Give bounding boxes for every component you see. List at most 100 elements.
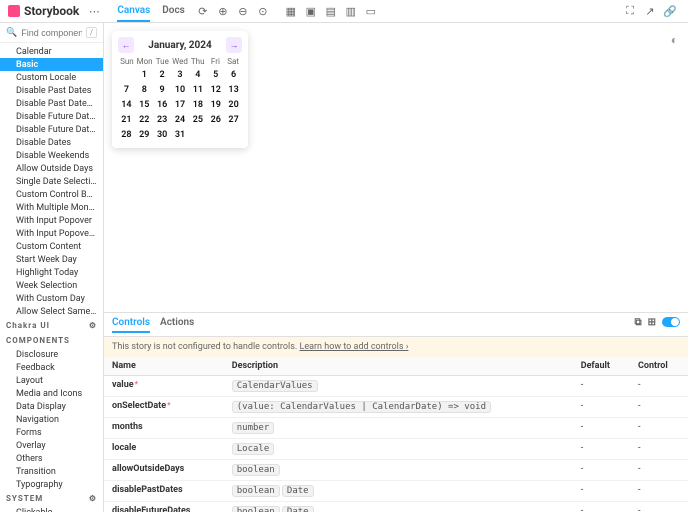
table-row: allowOutsideDaysboolean-- — [104, 460, 688, 481]
search-bar: 🔍 / — [0, 23, 103, 43]
ruler-icon[interactable]: ▥ — [345, 5, 357, 17]
tree-item[interactable]: Highlight Today — [0, 266, 103, 279]
tree-folder[interactable]: Data Display — [0, 400, 103, 413]
sync-icon[interactable]: ⟳ — [197, 5, 209, 17]
calendar-day[interactable]: 6 — [225, 68, 242, 82]
calendar-day[interactable]: 14 — [118, 98, 135, 112]
calendar-day[interactable]: 23 — [154, 113, 171, 127]
toggle-switch[interactable] — [662, 317, 680, 327]
tree-item[interactable]: With Input Popover Start End Dates — [0, 227, 103, 240]
calendar-day[interactable]: 9 — [154, 83, 171, 97]
tree-folder[interactable]: Typography — [0, 478, 103, 491]
tree-item[interactable]: Disable Dates — [0, 136, 103, 149]
calendar-day[interactable]: 18 — [189, 98, 206, 112]
calendar-day[interactable]: 19 — [207, 98, 224, 112]
calendar-day[interactable]: 17 — [172, 98, 189, 112]
tree-item[interactable]: With Input Popover — [0, 214, 103, 227]
tree-item[interactable]: Custom Control Buttons — [0, 188, 103, 201]
tree-item[interactable]: Basic — [0, 58, 103, 71]
link-icon[interactable]: 🔗 — [664, 5, 676, 17]
default-cell: - — [573, 460, 630, 481]
storybook-icon — [8, 5, 20, 17]
tree-folder[interactable]: Transition — [0, 465, 103, 478]
tree-folder[interactable]: Others — [0, 452, 103, 465]
calendar-day[interactable]: 20 — [225, 98, 242, 112]
prop-name: onSelectDate — [112, 401, 166, 411]
tab-actions[interactable]: Actions — [160, 317, 194, 332]
calendar-day[interactable]: 11 — [189, 83, 206, 97]
tree-item[interactable]: Disable Past Dates — [0, 84, 103, 97]
measure-icon[interactable]: ▤ — [325, 5, 337, 17]
tree-item[interactable]: With Multiple Months — [0, 201, 103, 214]
expand-icon[interactable]: ⊞ — [648, 317, 656, 332]
tree-folder[interactable]: Disclosure — [0, 348, 103, 361]
calendar-day[interactable]: 24 — [172, 113, 189, 127]
calendar-day[interactable]: 27 — [225, 113, 242, 127]
zoom-reset-icon[interactable]: ⊙ — [257, 5, 269, 17]
menu-dots-icon[interactable]: ⋯ — [87, 4, 101, 18]
prev-month-button[interactable]: ← — [118, 37, 134, 53]
tree-item[interactable]: Disable Weekends — [0, 149, 103, 162]
calendar-day[interactable]: 1 — [136, 68, 153, 82]
calendar-day[interactable]: 22 — [136, 113, 153, 127]
calendar-day[interactable]: 3 — [172, 68, 189, 82]
zoom-in-icon[interactable]: ⊕ — [217, 5, 229, 17]
weekday: Wed — [171, 57, 189, 66]
calendar-day[interactable]: 16 — [154, 98, 171, 112]
tree-folder[interactable]: Overlay — [0, 439, 103, 452]
tree-item[interactable]: With Custom Day — [0, 292, 103, 305]
calendar-day[interactable]: 25 — [189, 113, 206, 127]
calendar-day[interactable]: 7 — [118, 83, 135, 97]
calendar-day[interactable]: 2 — [154, 68, 171, 82]
calendar-day[interactable]: 10 — [172, 83, 189, 97]
calendar-day[interactable]: 21 — [118, 113, 135, 127]
calendar-day[interactable]: 31 — [172, 128, 189, 142]
grid-icon[interactable]: ▦ — [285, 5, 297, 17]
tree-item[interactable]: Calendar — [0, 45, 103, 58]
tree-folder[interactable]: Navigation — [0, 413, 103, 426]
tree-item[interactable]: Allow Select Same Day — [0, 305, 103, 318]
warning-link[interactable]: Learn how to add controls › — [299, 342, 408, 352]
controls-table: NameDescriptionDefaultControl value*Cale… — [104, 357, 688, 512]
viewport-icon[interactable]: ▭ — [365, 5, 377, 17]
tree-folder[interactable]: Layout — [0, 374, 103, 387]
tree-folder[interactable]: Clickable — [0, 506, 103, 512]
tree-item[interactable]: Custom Content — [0, 240, 103, 253]
tree-folder[interactable]: Feedback — [0, 361, 103, 374]
tab-canvas[interactable]: Canvas — [117, 1, 150, 22]
tree-folder[interactable]: Forms — [0, 426, 103, 439]
tab-controls[interactable]: Controls — [112, 317, 150, 333]
outline-icon[interactable]: ▣ — [305, 5, 317, 17]
next-month-button[interactable]: → — [226, 37, 242, 53]
section-chakra[interactable]: Chakra UI⚙ — [0, 318, 103, 333]
search-input[interactable] — [21, 28, 81, 38]
calendar-day[interactable]: 5 — [207, 68, 224, 82]
tree-item[interactable]: Allow Outside Days — [0, 162, 103, 175]
tree-folder[interactable]: Media and Icons — [0, 387, 103, 400]
calendar-day[interactable]: 15 — [136, 98, 153, 112]
calendar-day[interactable]: 29 — [136, 128, 153, 142]
fullscreen-icon[interactable]: ⛶ — [624, 5, 636, 17]
table-header: Description — [224, 357, 573, 376]
tree-item[interactable]: Single Date Selection — [0, 175, 103, 188]
tree-item[interactable]: Custom Locale — [0, 71, 103, 84]
calendar-day[interactable]: 30 — [154, 128, 171, 142]
calendar-day[interactable]: 26 — [207, 113, 224, 127]
calendar-day[interactable]: 28 — [118, 128, 135, 142]
tree-item[interactable]: Start Week Day — [0, 253, 103, 266]
tree-item[interactable]: Disable Future Dates From — [0, 123, 103, 136]
calendar-day[interactable]: 12 — [207, 83, 224, 97]
tree-item[interactable]: Disable Past Dates From — [0, 97, 103, 110]
tree-item[interactable]: Disable Future Dates — [0, 110, 103, 123]
type-pill: CalendarValues — [232, 380, 318, 392]
tab-docs[interactable]: Docs — [162, 1, 185, 22]
calendar-day[interactable]: 4 — [189, 68, 206, 82]
tree-item[interactable]: Week Selection — [0, 279, 103, 292]
open-new-icon[interactable]: ↗ — [644, 5, 656, 17]
moon-icon[interactable]: ◐ — [671, 33, 678, 47]
calendar-day[interactable]: 8 — [136, 83, 153, 97]
weekday: Mon — [136, 57, 154, 66]
copy-icon[interactable]: ⧉ — [634, 317, 641, 332]
calendar-day[interactable]: 13 — [225, 83, 242, 97]
zoom-out-icon[interactable]: ⊖ — [237, 5, 249, 17]
